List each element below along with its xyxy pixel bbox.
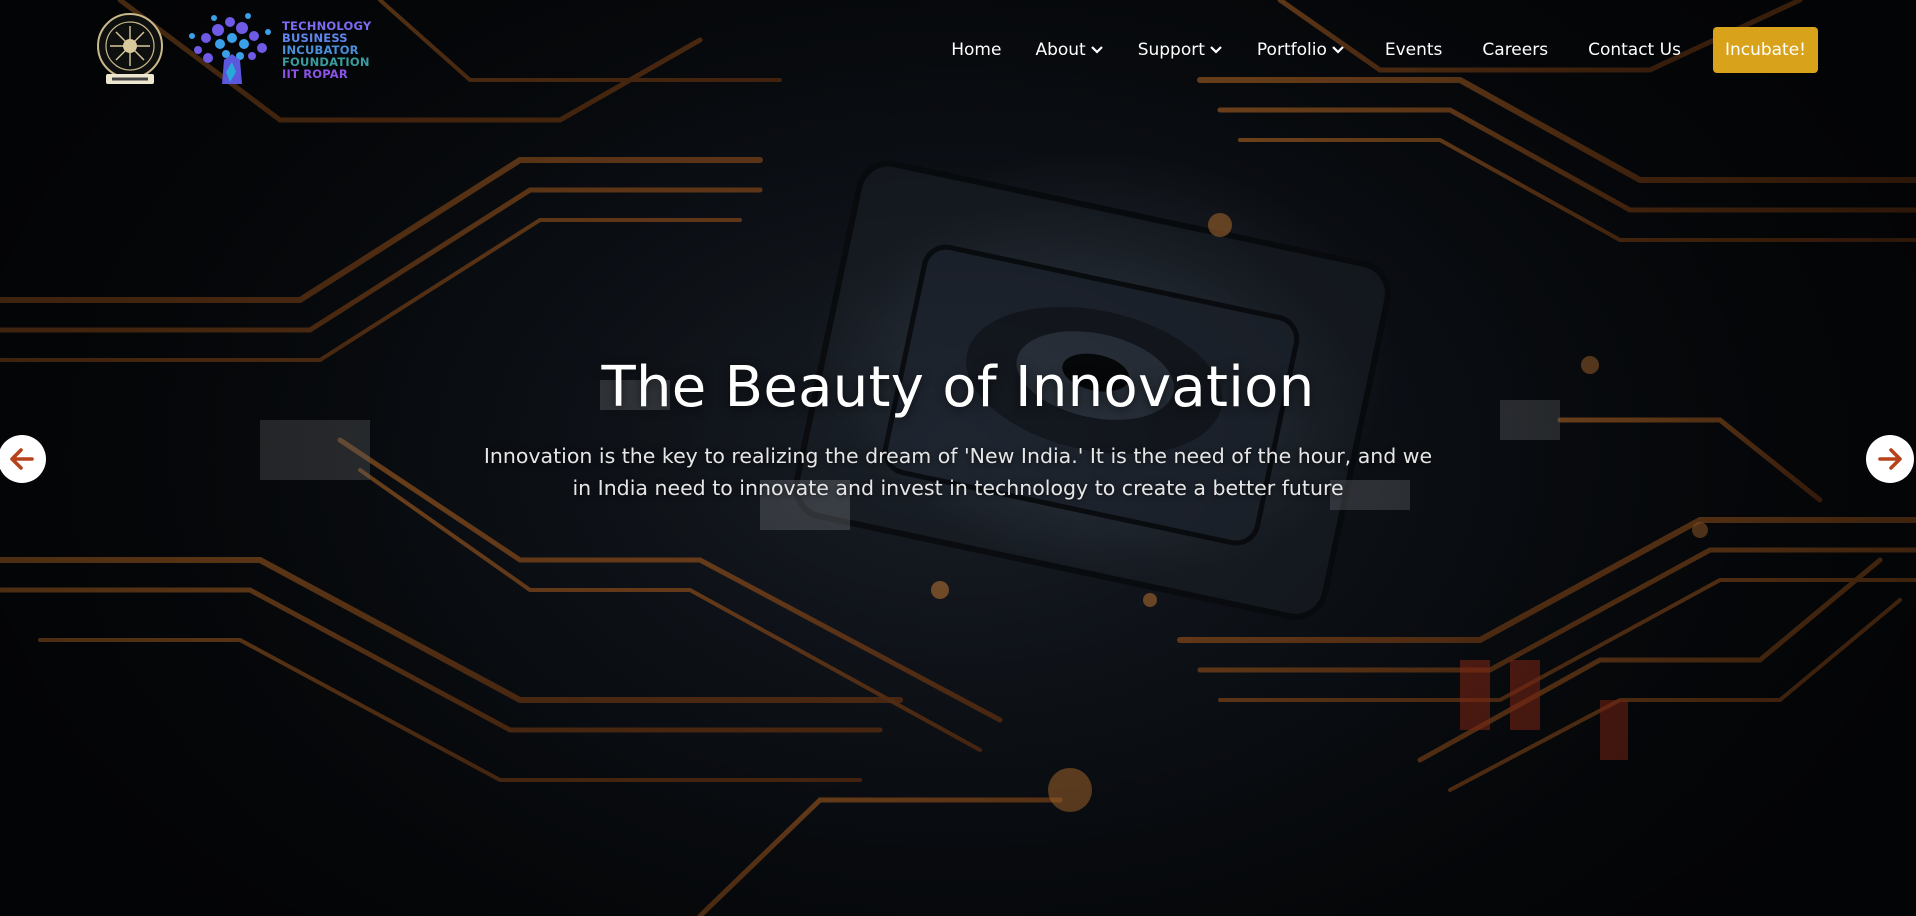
carousel-slide: The Beauty of Innovation Innovation is t… xyxy=(0,355,1916,504)
slide-subtitle: Innovation is the key to realizing the d… xyxy=(483,444,1433,500)
nav-label: Events xyxy=(1384,40,1443,60)
carousel-prev-button[interactable] xyxy=(0,435,46,483)
nav-careers[interactable]: Careers xyxy=(1482,40,1548,60)
nav-home[interactable]: Home xyxy=(951,40,1001,60)
chevron-down-icon xyxy=(1332,46,1344,54)
nav-about[interactable]: About xyxy=(1035,40,1103,60)
site-header: TECHNOLOGY BUSINESS INCUBATOR FOUNDATION… xyxy=(0,0,1916,100)
arrow-left-icon xyxy=(10,448,34,470)
main-nav: Home About Support Portfolio Events Care… xyxy=(951,27,1818,73)
incubate-button[interactable]: Incubate! xyxy=(1712,27,1818,73)
nav-support[interactable]: Support xyxy=(1138,40,1223,60)
iit-ropar-emblem-logo[interactable] xyxy=(96,12,164,88)
nav-label: Contact Us xyxy=(1588,40,1681,60)
nav-contact-us[interactable]: Contact Us xyxy=(1588,40,1681,60)
nav-events[interactable]: Events xyxy=(1385,40,1443,60)
tbif-logo[interactable]: TECHNOLOGY BUSINESS INCUBATOR FOUNDATION… xyxy=(186,10,371,90)
nav-label: Home xyxy=(951,40,1002,60)
nav-portfolio[interactable]: Portfolio xyxy=(1257,40,1345,60)
arrow-right-icon xyxy=(1878,448,1902,470)
nav-label: Careers xyxy=(1482,40,1549,60)
nav-label: About xyxy=(1035,40,1086,60)
chevron-down-icon xyxy=(1210,46,1222,54)
carousel-next-button[interactable] xyxy=(1866,435,1914,483)
slide-title: The Beauty of Innovation xyxy=(601,355,1315,420)
tbif-tree-logo-icon xyxy=(189,13,271,84)
nav-label: Portfolio xyxy=(1256,40,1327,60)
tbif-line: IIT ROPAR xyxy=(282,67,348,81)
chevron-down-icon xyxy=(1090,46,1103,54)
hero-section: TECHNOLOGY BUSINESS INCUBATOR FOUNDATION… xyxy=(0,0,1916,916)
tbif-wordmark: TECHNOLOGY BUSINESS INCUBATOR FOUNDATION… xyxy=(282,20,371,80)
nav-label: Support xyxy=(1137,40,1205,60)
